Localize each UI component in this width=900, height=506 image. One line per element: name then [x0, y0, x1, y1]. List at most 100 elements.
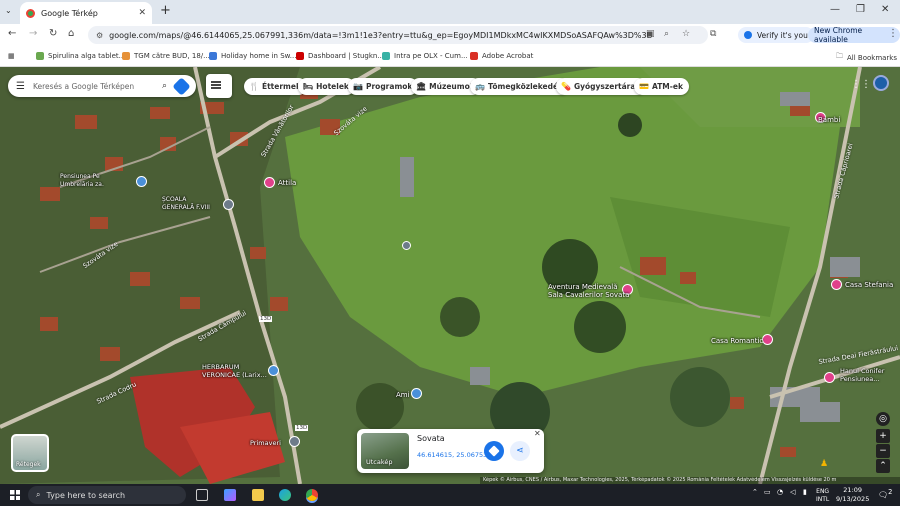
place-label-hanul[interactable]: Hanul Conifer Pensiunea...: [840, 367, 884, 383]
install-app-icon[interactable]: ▣: [646, 29, 655, 39]
museum-icon: 🏛: [416, 82, 427, 91]
dropped-pin-icon[interactable]: [402, 241, 411, 250]
location-coords[interactable]: 46.614615, 25.067535: [417, 451, 491, 459]
back-icon[interactable]: ←: [8, 28, 16, 39]
windows-start-icon[interactable]: [10, 490, 20, 500]
share-button[interactable]: ⋖: [510, 441, 530, 461]
chip-transit[interactable]: 🚌 Tömegközlekedés: [470, 78, 569, 95]
place-label-herbarum[interactable]: HERBARUM VERONICAE (Larix...: [202, 363, 267, 379]
window-close-icon[interactable]: ✕: [881, 4, 889, 15]
edge-icon[interactable]: [279, 489, 291, 501]
place-label-attila[interactable]: Attila: [278, 179, 296, 187]
bookmark-item[interactable]: Adobe Acrobat: [470, 52, 533, 60]
card-close-icon[interactable]: ✕: [534, 429, 541, 438]
battery-icon[interactable]: ▮: [803, 488, 807, 496]
bookmark-item[interactable]: Holiday home in Sw...: [209, 52, 296, 60]
all-bookmarks-button[interactable]: 🗀 All Bookmarks: [836, 52, 897, 63]
layers-toggle[interactable]: Rétegek: [11, 434, 49, 472]
place-label-bambi[interactable]: Bambi: [818, 116, 840, 124]
chip-atms[interactable]: 💳 ATM-ek: [634, 78, 689, 95]
restore-icon[interactable]: ❐: [856, 4, 865, 15]
show-hidden-icons[interactable]: ⌃: [752, 488, 758, 496]
menu-kebab-icon[interactable]: ⋮: [888, 28, 898, 39]
place-label-pension[interactable]: Pensiunea Pe Umbrelăria za.: [60, 173, 104, 189]
menu-hamburger-icon[interactable]: ☰: [16, 81, 25, 92]
my-location-icon[interactable]: ◎: [876, 412, 890, 426]
place-pin-icon[interactable]: [831, 279, 842, 290]
new-tab-icon[interactable]: +: [160, 3, 171, 18]
zoom-in-button[interactable]: +: [876, 429, 890, 443]
task-view-icon[interactable]: [196, 489, 208, 501]
wifi-icon[interactable]: ◔: [777, 488, 783, 496]
chip-label: Éttermek: [261, 82, 301, 91]
bookmark-item[interactable]: Spirulina alga tablet...: [36, 52, 125, 60]
maps-search-box[interactable]: ☰ Keresés a Google Térképen ⌕: [8, 75, 196, 97]
place-pin-icon[interactable]: [289, 436, 300, 447]
street-view-thumbnail[interactable]: Utcakép: [361, 433, 409, 469]
minimize-icon[interactable]: —: [830, 4, 840, 15]
home-icon[interactable]: ⌂: [68, 28, 74, 39]
site-info-icon[interactable]: ⚙: [96, 31, 103, 40]
maps-favicon-icon: [26, 8, 35, 18]
bookmark-star-icon[interactable]: ☆: [682, 29, 690, 39]
time-text: 21:09: [843, 486, 863, 494]
volume-icon[interactable]: ◁: [790, 488, 795, 496]
place-label-ami[interactable]: Ami: [396, 391, 410, 399]
clock[interactable]: 21:09 9/13/2025: [836, 486, 869, 504]
layers-label: Rétegek: [16, 461, 41, 468]
bookmark-item[interactable]: Intra pe OLX - Cum...: [382, 52, 468, 60]
account-avatar[interactable]: [873, 75, 889, 91]
location-name[interactable]: Sovata: [417, 434, 445, 443]
reload-icon[interactable]: ↻: [49, 28, 57, 39]
copilot-icon[interactable]: [224, 489, 236, 501]
place-label-casa-stefania[interactable]: Casa Stefania: [845, 281, 893, 289]
school-pin-icon[interactable]: [223, 199, 234, 210]
taskbar-search[interactable]: ⌕ Type here to search: [28, 486, 186, 504]
chip-hotels[interactable]: 🛏 Hotelek: [298, 78, 355, 95]
search-input[interactable]: Keresés a Google Térképen: [33, 82, 162, 91]
extensions-icon[interactable]: ⧉: [710, 29, 716, 39]
tab-search-icon[interactable]: ⌄: [5, 6, 12, 15]
collapse-panel-button[interactable]: [206, 74, 232, 98]
notification-count: 2: [888, 488, 893, 496]
zoom-icon[interactable]: ⌕: [664, 29, 669, 39]
notification-icon[interactable]: 🗨2: [878, 488, 892, 500]
search-icon[interactable]: ⌕: [162, 81, 167, 91]
language-indicator[interactable]: ENG INTL: [816, 488, 829, 504]
pegman-icon[interactable]: ♟: [820, 459, 828, 469]
verify-button[interactable]: Verify it's you: [738, 27, 814, 43]
place-label-aventura[interactable]: Aventura Medievală Sala Cavalerilor Sova…: [548, 283, 629, 299]
place-label-casa-romantic[interactable]: Casa Romantic: [711, 337, 763, 345]
chrome-icon[interactable]: [306, 489, 318, 501]
place-pin-icon[interactable]: [136, 176, 147, 187]
map-canvas[interactable]: ☰ Keresés a Google Térképen ⌕ 🍴 Éttermek …: [0, 67, 900, 484]
apps-grid-icon[interactable]: ▦: [8, 52, 15, 60]
google-apps-icon[interactable]: ⋮⋮: [851, 79, 871, 90]
place-pin-icon[interactable]: [824, 372, 835, 383]
place-pin-icon[interactable]: [411, 388, 422, 399]
place-label-primaveri[interactable]: Primaveri: [250, 439, 281, 447]
place-label-school[interactable]: ȘCOALA GENERALĂ F.VIII: [162, 196, 210, 212]
bookmarks-bar: ▦ Spirulina alga tablet... TGM către BUD…: [0, 46, 900, 67]
directions-icon[interactable]: [172, 76, 191, 96]
place-pin-icon[interactable]: [762, 334, 773, 345]
new-chrome-button[interactable]: New Chrome available: [808, 26, 900, 44]
address-bar[interactable]: ⚙ google.com/maps/@46.6144065,25.067991,…: [88, 26, 708, 44]
fork-knife-icon: 🍴: [249, 82, 259, 91]
chip-pharmacies[interactable]: 💊 Gyógyszertárak: [556, 78, 647, 95]
place-pin-icon[interactable]: [264, 177, 275, 188]
location-card[interactable]: Utcakép Sovata 46.614615, 25.067535 ⋖ ✕: [357, 429, 544, 473]
bookmark-item[interactable]: TGM către BUD, 18/...: [122, 52, 210, 60]
chip-things-to-do[interactable]: 📷 Programok: [348, 78, 419, 95]
bookmark-label: Intra pe OLX - Cum...: [394, 52, 468, 60]
place-pin-icon[interactable]: [268, 365, 279, 376]
file-explorer-icon[interactable]: [252, 489, 264, 501]
close-tab-icon[interactable]: ✕: [138, 8, 146, 18]
bookmark-item[interactable]: Dashboard | Stugkn...: [296, 52, 384, 60]
directions-button[interactable]: [484, 441, 504, 461]
tab-google-maps[interactable]: Google Térkép ✕: [20, 2, 152, 24]
zoom-out-button[interactable]: −: [876, 444, 890, 458]
network-icon[interactable]: ▭: [764, 488, 771, 496]
expand-icon[interactable]: ⌃: [876, 459, 890, 473]
forward-icon[interactable]: →: [29, 28, 37, 39]
